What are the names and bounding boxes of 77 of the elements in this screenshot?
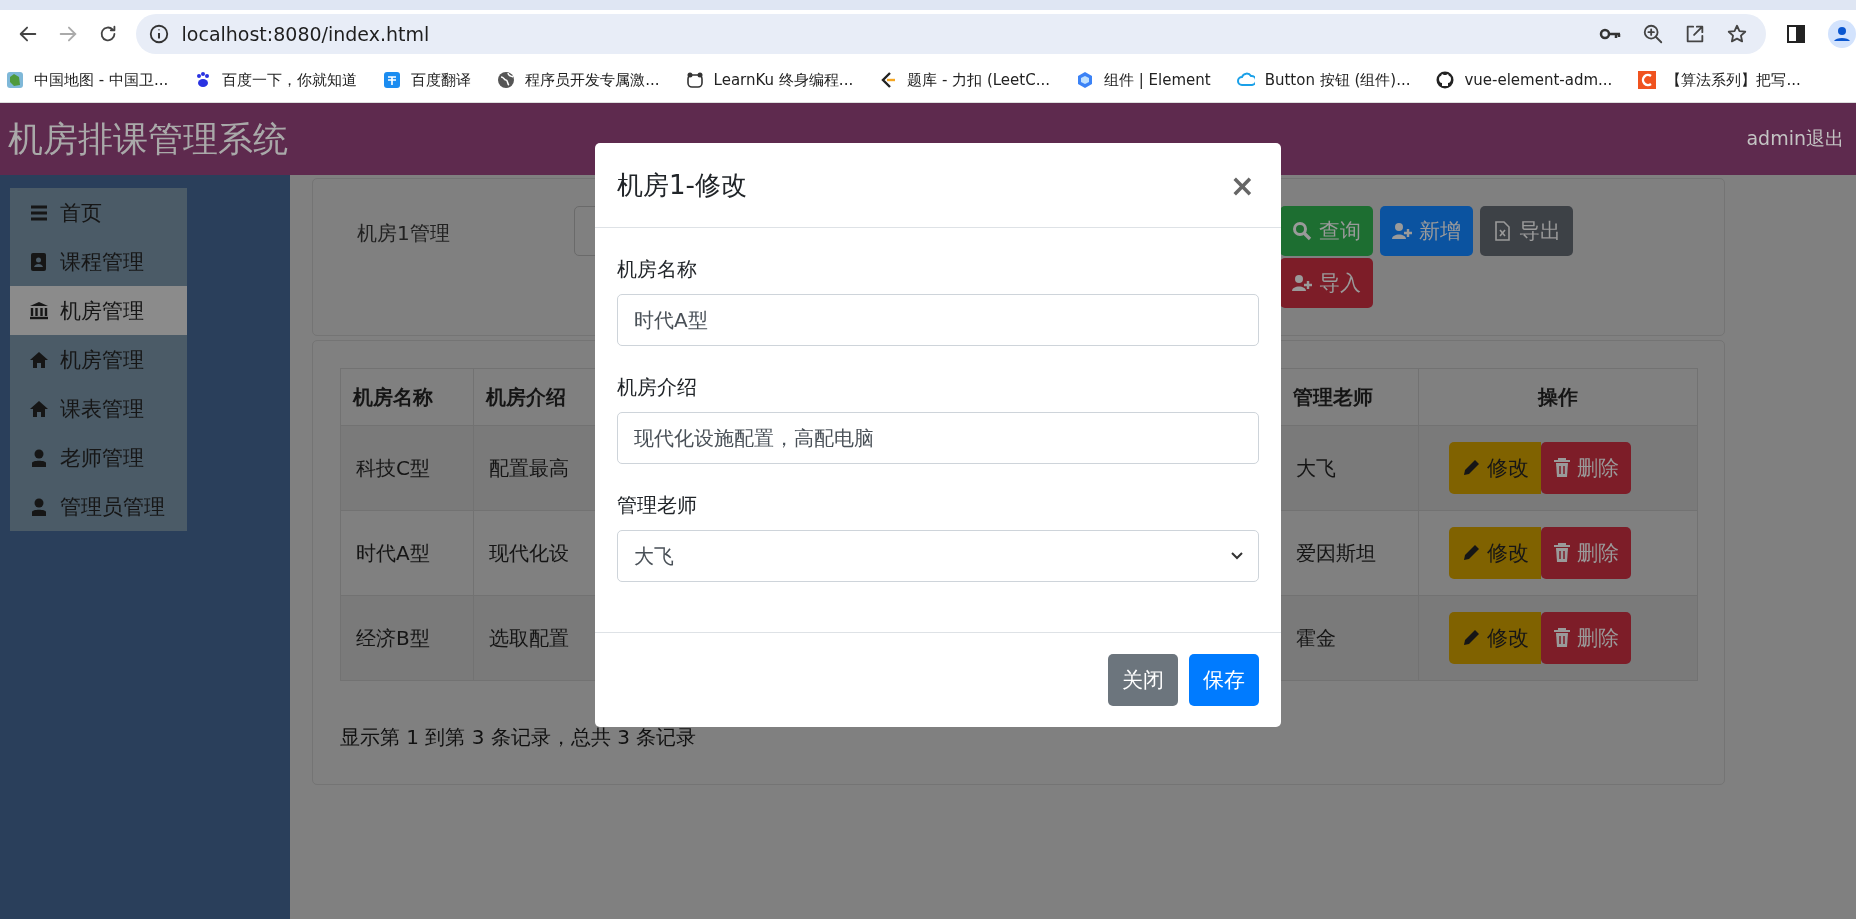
bookmark[interactable]: 中国地图 - 中国卫... [6,70,169,90]
home-icon [28,349,50,370]
bookmark[interactable]: LearnKu 终身编程... [685,70,854,90]
edit-button[interactable]: 修改 [1449,527,1541,579]
input-field[interactable]: 时代A型 [617,294,1259,346]
bookmark[interactable]: 组件 | Element [1075,70,1211,90]
close-button[interactable]: × [1225,167,1259,203]
toolbar-button[interactable]: 导入 [1280,258,1373,308]
user-plus-icon [1392,221,1413,241]
pencil-icon [1461,543,1481,563]
side-panel-icon[interactable] [1786,24,1806,44]
user-plus-icon [1292,273,1313,293]
table-cell: 时代A型 [340,510,474,596]
mascot-icon [685,71,704,89]
record-count: 显示第 1 到第 3 条记录，总共 3 条记录 [340,724,698,751]
trash-icon [1553,458,1571,478]
chevron-down-icon [1230,551,1244,561]
info-icon [147,23,170,45]
logout-link[interactable]: admin退出 [1746,126,1844,152]
bookmark[interactable]: 【算法系列】把写... [1638,70,1801,90]
delete-button[interactable]: 删除 [1541,442,1631,494]
edit-button[interactable]: 修改 [1449,442,1541,494]
section-label: 机房1管理 [357,220,451,247]
delete-button[interactable]: 删除 [1541,612,1631,664]
trash-icon [1553,543,1571,563]
sidebar-item[interactable]: 首页 [10,188,187,237]
toolbar-button[interactable]: 导出 [1480,206,1573,256]
bookmark[interactable]: 题库 - 力扣 (LeetC... [879,70,1050,90]
sidebar-item[interactable]: 课程管理 [10,237,187,286]
zoom-icon[interactable] [1642,23,1664,45]
dialog-button[interactable]: 关闭 [1108,654,1178,706]
bookmark[interactable]: Button 按钮 (组件)... [1236,70,1411,90]
bookmark[interactable]: 百度翻译 [383,70,472,90]
cloud-icon [1236,71,1255,89]
bank-icon [28,300,50,321]
globe-icon [497,71,516,89]
column-header: 机房名称 [340,368,474,426]
sidebar-item[interactable]: 老师管理 [10,433,187,482]
tile-icon [1638,71,1657,89]
trash-icon [1553,628,1571,648]
bookmark[interactable]: vue-element-adm... [1436,71,1613,89]
app-title: 机房排课管理系统 [8,117,288,161]
edit-button[interactable]: 修改 [1449,612,1541,664]
table-cell: 科技C型 [340,425,474,511]
sidebar-item[interactable]: 管理员管理 [10,482,187,531]
search-icon [1292,221,1313,241]
sidebar-item[interactable]: 课表管理 [10,384,187,433]
input-field[interactable]: 现代化设施配置，高配电脑 [617,412,1259,464]
dialog-title: 机房1-修改 [617,168,747,202]
teacher-select[interactable]: 大飞 [617,530,1259,582]
field-label: 机房名称 [617,256,698,283]
home-icon [28,398,50,419]
pencil-icon [1461,628,1481,648]
column-header: 操作 [1418,368,1698,426]
field-label: 机房介绍 [617,374,698,401]
cube-icon [1075,71,1094,89]
sidebar-item[interactable]: 机房管理 [10,286,187,335]
pencil-icon [1461,458,1481,478]
table-cell: 经济B型 [340,595,474,681]
table-cell: 霍金 [1280,595,1419,681]
bookmark[interactable]: 百度一下，你就知道 [194,70,358,90]
save-button[interactable]: 保存 [1189,654,1259,706]
bookmark[interactable]: 程序员开发专属激... [497,70,660,90]
app-tile-icon [383,71,402,89]
profile-icon[interactable] [1828,20,1856,48]
star-icon[interactable] [1726,23,1748,45]
table-cell: 大飞 [1280,425,1419,511]
share-icon[interactable] [1684,23,1706,45]
toolbar-button[interactable]: 新增 [1380,206,1473,256]
address-text: localhost:8080/index.html [181,23,431,45]
disc-icon [1436,71,1455,89]
sidebar-item[interactable]: 机房管理 [10,335,187,384]
address-bar[interactable]: localhost:8080/index.html [135,14,1766,54]
delete-button[interactable]: 删除 [1541,527,1631,579]
map-icon [6,71,24,89]
chevron-icon [879,71,898,89]
spreadsheet-file-icon [1492,221,1513,241]
